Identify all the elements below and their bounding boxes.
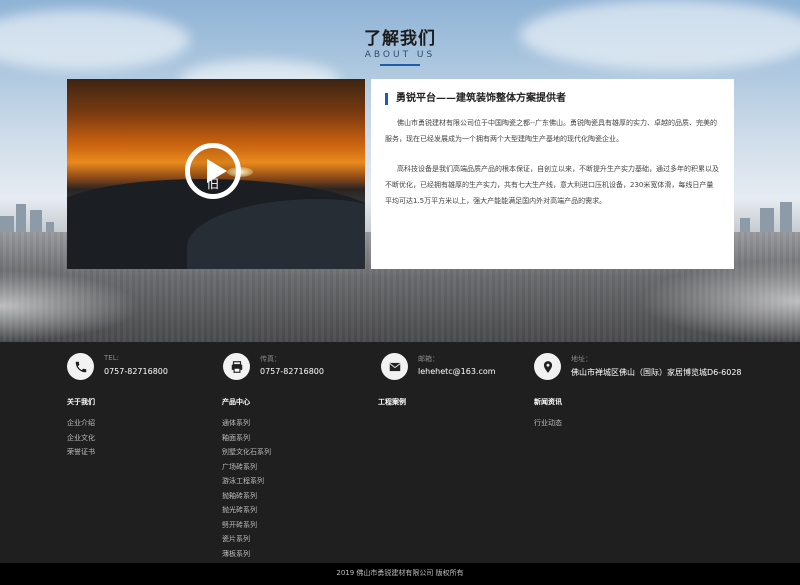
mail-icon xyxy=(381,353,408,380)
footer-link[interactable]: 通体系列 xyxy=(222,416,271,431)
contact-label: 地址： xyxy=(571,355,592,363)
footer-link[interactable]: 企业介绍 xyxy=(67,416,95,431)
footer-link[interactable]: 釉面系列 xyxy=(222,431,271,446)
contact-fax: 传真： 0757-82716800 xyxy=(223,353,383,387)
footer-nav-title[interactable]: 工程案例 xyxy=(378,397,406,407)
about-text-card: 勇锐平台——建筑装饰整体方案提供者 佛山市勇锐建材有限公司位于中国陶瓷之都--广… xyxy=(371,79,734,269)
street-address: 佛山市禅城区佛山（国际）家居博览城D6-6028 xyxy=(571,368,742,377)
footer-link[interactable]: 行业动态 xyxy=(534,416,562,431)
footer-nav-projects: 工程案例 xyxy=(378,397,406,416)
contact-phone: TEL: 0757-82716800 xyxy=(67,353,227,387)
contact-address: 地址： 佛山市禅城区佛山（国际）家居博览城D6-6028 xyxy=(534,353,754,387)
footer-link[interactable]: 游泳工程系列 xyxy=(222,474,271,489)
footer-link[interactable]: 劈开砖系列 xyxy=(222,518,271,533)
footer-link[interactable]: 别墅文化石系列 xyxy=(222,445,271,460)
video-caption: 旧 xyxy=(207,177,220,191)
phone-number[interactable]: 0757-82716800 xyxy=(104,367,168,376)
copyright-bar: 2019 佛山市勇锐建材有限公司 版权所有 xyxy=(0,563,800,585)
section-subtitle: ABOUT US xyxy=(364,50,436,60)
title-underline xyxy=(380,64,420,66)
footer-nav-title[interactable]: 产品中心 xyxy=(222,397,271,407)
about-paragraph-1: 佛山市勇锐建材有限公司位于中国陶瓷之都--广东佛山。勇锐陶瓷具有雄厚的实力、卓越… xyxy=(385,119,718,143)
contact-email: 邮箱： lehehetc@163.com xyxy=(381,353,541,387)
footer-link[interactable]: 企业文化 xyxy=(67,431,95,446)
footer-link[interactable]: 瓷片系列 xyxy=(222,532,271,547)
fax-icon xyxy=(223,353,250,380)
footer-nav-title[interactable]: 新闻资讯 xyxy=(534,397,562,407)
about-section: 了解我们 ABOUT US 旧 勇锐平台——建筑装饰整体方案提供者 佛山市勇锐建… xyxy=(0,0,800,342)
contact-label: 邮箱： xyxy=(418,355,439,363)
site-footer: TEL: 0757-82716800 传真： 0757-82716800 邮箱：… xyxy=(0,342,800,563)
contact-label: TEL: xyxy=(104,354,119,362)
footer-link[interactable]: 抛光砖系列 xyxy=(222,503,271,518)
location-icon xyxy=(534,353,561,380)
section-title: 了解我们 xyxy=(364,29,436,49)
background-haze xyxy=(0,270,140,342)
email-address[interactable]: lehehetc@163.com xyxy=(418,367,496,376)
footer-nav-about: 关于我们 企业介绍 企业文化 荣誉证书 xyxy=(67,397,95,460)
contact-label: 传真： xyxy=(260,355,281,363)
phone-icon xyxy=(67,353,94,380)
footer-link[interactable]: 抛釉砖系列 xyxy=(222,489,271,504)
footer-link[interactable]: 广场砖系列 xyxy=(222,460,271,475)
footer-nav-title[interactable]: 关于我们 xyxy=(67,397,95,407)
footer-nav-products: 产品中心 通体系列 釉面系列 别墅文化石系列 广场砖系列 游泳工程系列 抛釉砖系… xyxy=(222,397,271,561)
footer-link[interactable]: 薄板系列 xyxy=(222,547,271,562)
about-paragraph-2: 高科技设备是我们高端品质产品的根本保证，自创立以来，不断提升生产实力基础，通过多… xyxy=(385,165,719,205)
footer-nav-news: 新闻资讯 行业动态 xyxy=(534,397,562,431)
footer-link[interactable]: 荣誉证书 xyxy=(67,445,95,460)
about-heading: 勇锐平台——建筑装饰整体方案提供者 xyxy=(385,93,720,105)
background-haze xyxy=(640,260,800,342)
fax-number: 0757-82716800 xyxy=(260,367,324,376)
about-video[interactable]: 旧 xyxy=(67,79,365,269)
